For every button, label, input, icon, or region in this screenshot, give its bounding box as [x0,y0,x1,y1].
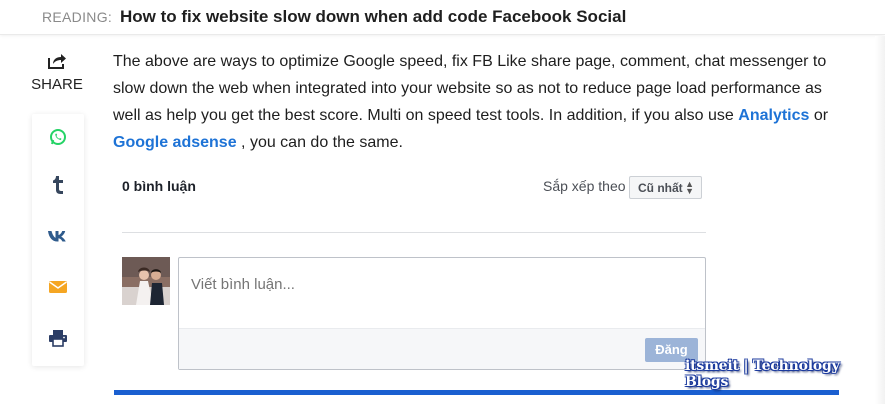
tumblr-share-button[interactable] [32,167,84,207]
print-icon [48,329,68,352]
comment-count: 0 bình luận [122,178,196,194]
comments-divider [122,232,706,233]
reading-label: READING: [42,9,113,25]
reading-title[interactable]: How to fix website slow down when add co… [120,7,626,27]
tumblr-icon [51,175,65,200]
facebook-comments-widget: 0 bình luận Sắp xếp theo Cũ nhất ▲▼ Đăng [122,170,706,370]
page-edge-shadow [875,36,885,404]
article-text-between: or [813,107,829,124]
vk-icon [47,229,69,248]
whatsapp-share-button[interactable] [32,119,84,159]
avatar [122,257,170,305]
share-header[interactable]: SHARE [28,52,86,93]
email-share-button[interactable] [32,269,84,309]
whatsapp-icon [49,128,67,151]
google-adsense-link[interactable]: Google adsense [113,134,237,151]
watermark: itsmeit | Technology Blogs [685,358,840,390]
accent-bar [114,390,839,395]
article-text: The above are ways to optimize Google sp… [113,53,827,124]
analytics-link[interactable]: Analytics [738,107,809,124]
comment-field[interactable]: Đăng [178,257,706,370]
reading-bar: READING: How to fix website slow down wh… [0,0,885,35]
sort-arrows-icon: ▲ ▼ [685,179,694,196]
share-buttons [32,114,84,366]
share-icon [28,52,86,70]
vk-share-button[interactable] [32,218,84,258]
print-share-button[interactable] [32,320,84,360]
comment-footer: Đăng [179,328,705,369]
article-text-end: , you can do the same. [241,134,403,151]
sort-value: Cũ nhất [638,181,683,195]
share-label: SHARE [31,76,83,93]
comment-input[interactable] [191,276,671,293]
article-paragraph: The above are ways to optimize Google sp… [113,48,843,156]
sort-label: Sắp xếp theo [543,178,626,194]
sort-select[interactable]: Cũ nhất ▲ ▼ [629,176,702,199]
email-icon [48,279,68,300]
